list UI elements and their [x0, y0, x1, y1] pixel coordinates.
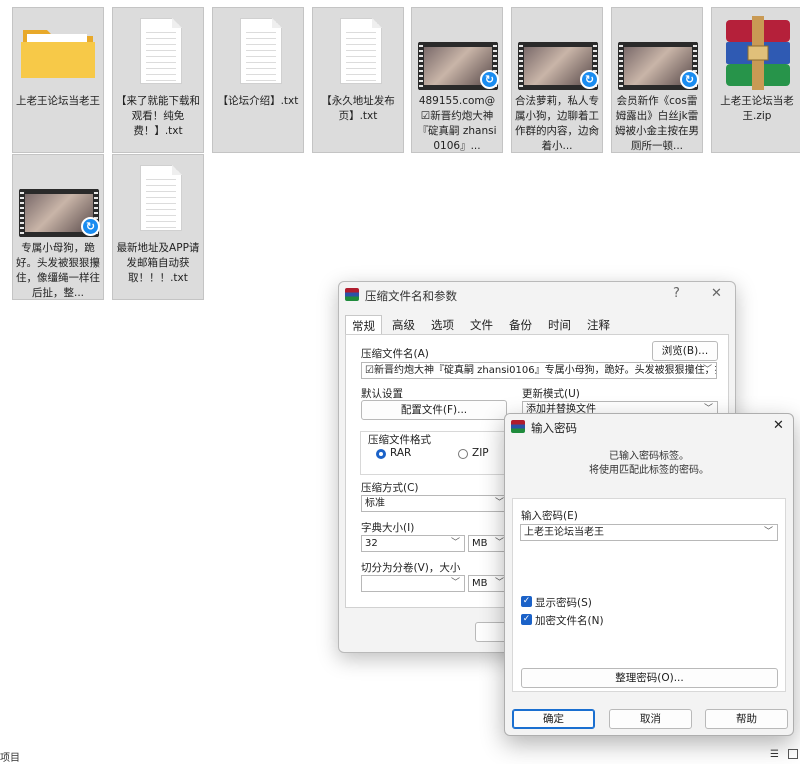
- rar-radio[interactable]: [376, 449, 386, 459]
- archive-dialog-title: 压缩文件名和参数: [365, 289, 457, 303]
- file-name: 最新地址及APP请发邮箱自动获取！！！.txt: [116, 242, 200, 284]
- encrypt-names-label: 加密文件名(N): [535, 615, 604, 627]
- profiles-button[interactable]: 配置文件(F)...: [361, 400, 507, 420]
- password-dialog: 输入密码 ✕ 已输入密码标签。 将使用匹配此标签的密码。 输入密码(E) 上老王…: [504, 413, 794, 736]
- file-name: 会员新作《cos雷姆露出》白丝jk雷姆被小金主按在男厕所一顿...: [615, 95, 699, 152]
- player-badge-icon: ↻: [680, 70, 699, 89]
- dict-value: 32: [365, 538, 378, 549]
- tab-comment[interactable]: 注释: [581, 315, 616, 335]
- player-badge-icon: ↻: [580, 70, 599, 89]
- split-unit-select[interactable]: MB ﹀: [468, 575, 509, 592]
- folder-icon: [21, 30, 95, 78]
- encrypt-names-checkbox[interactable]: ✓: [521, 614, 532, 625]
- dict-select[interactable]: 32 ﹀: [361, 535, 465, 552]
- chevron-down-icon[interactable]: ﹀: [703, 363, 712, 378]
- update-mode-label: 更新模式(U): [522, 388, 580, 400]
- file-name: 上老王论坛当老王: [16, 95, 100, 107]
- zip-label: ZIP: [472, 447, 489, 459]
- password-input[interactable]: 上老王论坛当老王 ﹀: [520, 524, 778, 541]
- file-tile[interactable]: ↻ 会员新作《cos雷姆露出》白丝jk雷姆被小金主按在男厕所一顿...: [611, 7, 703, 153]
- default-settings-label: 默认设置: [361, 388, 403, 400]
- file-tile[interactable]: 上老王论坛当老王: [12, 7, 104, 153]
- item-count: 项目: [0, 753, 20, 764]
- ok-button[interactable]: 确定: [512, 709, 595, 729]
- format-label: 压缩文件格式: [366, 432, 433, 447]
- cancel-button[interactable]: 取消: [609, 709, 692, 729]
- winrar-icon: [511, 420, 525, 433]
- password-value: 上老王论坛当老王: [524, 527, 604, 538]
- chevron-down-icon[interactable]: ﹀: [495, 496, 504, 511]
- password-dialog-title: 输入密码: [531, 421, 577, 435]
- details-view-icon[interactable]: ☰: [770, 749, 779, 760]
- file-name: 【来了就能下载和观看！纯免费！】.txt: [116, 95, 200, 137]
- password-dialog-titlebar[interactable]: 输入密码 ✕: [505, 414, 793, 440]
- text-file-icon: [140, 18, 182, 84]
- split-label: 切分为分卷(V)，大小: [361, 562, 461, 574]
- text-file-icon: [340, 18, 382, 84]
- file-tile[interactable]: ↻ 合法萝莉，私人专属小狗，边聊着工作群的内容，边肏着小...: [511, 7, 603, 153]
- close-icon[interactable]: ✕: [773, 418, 784, 433]
- archive-name-input[interactable]: ☑新晋约炮大神『碇真嗣 zhansi0106』专属小母狗，跪好。头发被狠狠攥住，…: [361, 362, 717, 379]
- password-panel: 输入密码(E) 上老王论坛当老王 ﹀ ✓ 显示密码(S) ✓ 加密文件名(N) …: [512, 498, 786, 692]
- show-password-checkbox[interactable]: ✓: [521, 596, 532, 607]
- tab-backup[interactable]: 备份: [503, 315, 538, 335]
- file-tile[interactable]: ↻ 专属小母狗，跪好。头发被狠狠攥住，像缰绳一样往后扯，整...: [12, 154, 104, 300]
- file-tile[interactable]: 【论坛介绍】.txt: [212, 7, 304, 153]
- rar-label: RAR: [390, 447, 412, 459]
- method-select[interactable]: 标准 ﹀: [361, 495, 509, 512]
- password-info: 已输入密码标签。 将使用匹配此标签的密码。: [505, 450, 793, 478]
- zip-radio[interactable]: [458, 449, 468, 459]
- tab-general[interactable]: 常规: [345, 315, 382, 336]
- file-name: 【论坛介绍】.txt: [217, 95, 299, 107]
- file-tile[interactable]: ↻ 489155.com@☑新晋约炮大神『碇真嗣 zhansi0106』...: [411, 7, 503, 153]
- zip-archive-icon: [726, 16, 790, 90]
- info-line-2: 将使用匹配此标签的密码。: [589, 465, 709, 476]
- dict-unit-value: MB: [472, 538, 488, 549]
- tab-advanced[interactable]: 高级: [386, 315, 421, 335]
- dict-label: 字典大小(I): [361, 522, 415, 534]
- chevron-down-icon[interactable]: ﹀: [495, 536, 504, 551]
- help-icon[interactable]: ?: [673, 286, 680, 301]
- player-badge-icon: ↻: [81, 217, 100, 236]
- file-tile[interactable]: 【永久地址发布页】.txt: [312, 7, 404, 153]
- info-line-1: 已输入密码标签。: [609, 451, 689, 462]
- chevron-down-icon[interactable]: ﹀: [451, 536, 460, 551]
- text-file-icon: [240, 18, 282, 84]
- show-password-label: 显示密码(S): [535, 597, 592, 609]
- split-unit-value: MB: [472, 578, 488, 589]
- file-name: 专属小母狗，跪好。头发被狠狠攥住，像缰绳一样往后扯，整...: [16, 242, 100, 299]
- file-tile[interactable]: 最新地址及APP请发邮箱自动获取！！！.txt: [112, 154, 204, 300]
- password-label: 输入密码(E): [521, 510, 578, 522]
- file-name: 489155.com@☑新晋约炮大神『碇真嗣 zhansi0106』...: [417, 95, 497, 152]
- tab-options[interactable]: 选项: [425, 315, 460, 335]
- archive-tabs: 常规 高级 选项 文件 备份 时间 注释: [345, 315, 620, 336]
- chevron-down-icon[interactable]: ﹀: [451, 576, 460, 591]
- archive-name-label: 压缩文件名(A): [361, 348, 429, 360]
- help-button[interactable]: 帮助: [705, 709, 788, 729]
- archive-name-value: ☑新晋约炮大神『碇真嗣 zhansi0106』专属小母狗，跪好。头发被狠狠攥住，…: [365, 365, 717, 376]
- status-bar: 项目 ☰: [0, 747, 800, 764]
- winrar-icon: [345, 288, 359, 301]
- tab-files[interactable]: 文件: [464, 315, 499, 335]
- tab-time[interactable]: 时间: [542, 315, 577, 335]
- text-file-icon: [140, 165, 182, 231]
- close-icon[interactable]: ✕: [711, 286, 722, 301]
- chevron-down-icon[interactable]: ﹀: [495, 576, 504, 591]
- file-name: 上老王论坛当老王.zip: [720, 95, 794, 122]
- method-label: 压缩方式(C): [361, 482, 419, 494]
- tiles-view-icon[interactable]: [788, 749, 798, 759]
- dict-unit-select[interactable]: MB ﹀: [468, 535, 509, 552]
- split-input[interactable]: ﹀: [361, 575, 465, 592]
- file-name: 【永久地址发布页】.txt: [321, 95, 395, 122]
- archive-dialog-titlebar[interactable]: 压缩文件名和参数 ? ✕: [339, 282, 735, 308]
- file-name: 合法萝莉，私人专属小狗，边聊着工作群的内容，边肏着小...: [515, 95, 599, 152]
- organize-passwords-button[interactable]: 整理密码(O)...: [521, 668, 778, 688]
- file-tile[interactable]: 【来了就能下载和观看！纯免费！】.txt: [112, 7, 204, 153]
- browse-button[interactable]: 浏览(B)...: [652, 341, 718, 361]
- method-value: 标准: [365, 498, 385, 509]
- file-tile[interactable]: 上老王论坛当老王.zip: [711, 7, 800, 153]
- chevron-down-icon[interactable]: ﹀: [764, 525, 773, 540]
- player-badge-icon: ↻: [480, 70, 499, 89]
